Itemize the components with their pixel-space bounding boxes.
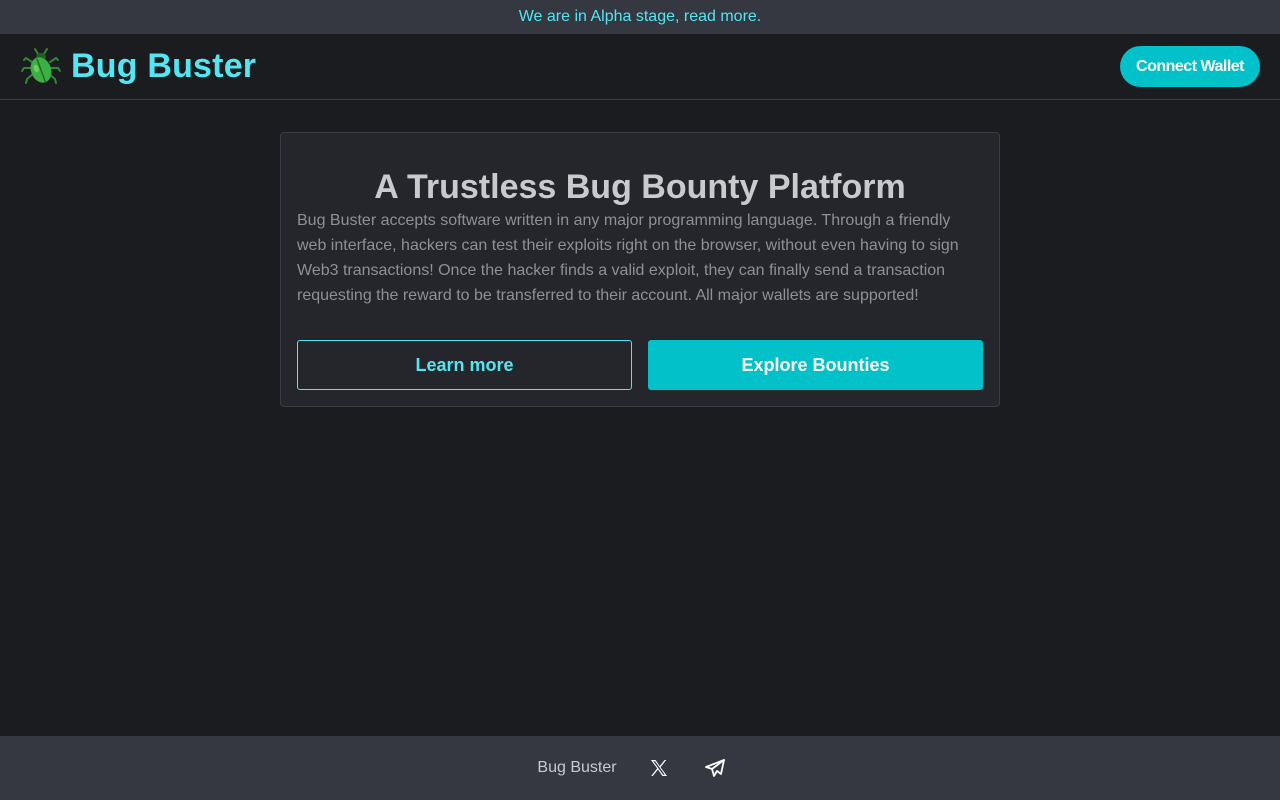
connect-wallet-button[interactable]: Connect Wallet <box>1120 46 1260 87</box>
explore-bounties-button[interactable]: Explore Bounties <box>648 340 983 390</box>
x-twitter-icon[interactable] <box>638 747 680 789</box>
page: We are in Alpha stage, read more. Bug Bu… <box>0 0 1280 800</box>
beetle-icon <box>20 46 62 88</box>
footer-brand: Bug Buster <box>537 759 617 776</box>
hero-description: Bug Buster accepts software written in a… <box>297 212 959 304</box>
footer: Bug Buster <box>0 736 1280 800</box>
hero-actions: Learn more Explore Bounties <box>297 340 983 390</box>
home-link[interactable]: Bug Buster <box>20 46 256 88</box>
telegram-icon[interactable] <box>694 747 736 789</box>
alpha-read-more-link[interactable]: We are in Alpha stage, read more. <box>519 8 762 26</box>
hero-card: A Trustless Bug Bounty Platform Bug Bust… <box>280 132 1000 407</box>
announcement-banner: We are in Alpha stage, read more. <box>0 0 1280 34</box>
app-name: Bug Buster <box>71 47 257 85</box>
learn-more-button[interactable]: Learn more <box>297 340 632 390</box>
hero-title: A Trustless Bug Bounty Platform <box>374 168 906 206</box>
header: Bug Buster Connect Wallet <box>0 34 1280 100</box>
